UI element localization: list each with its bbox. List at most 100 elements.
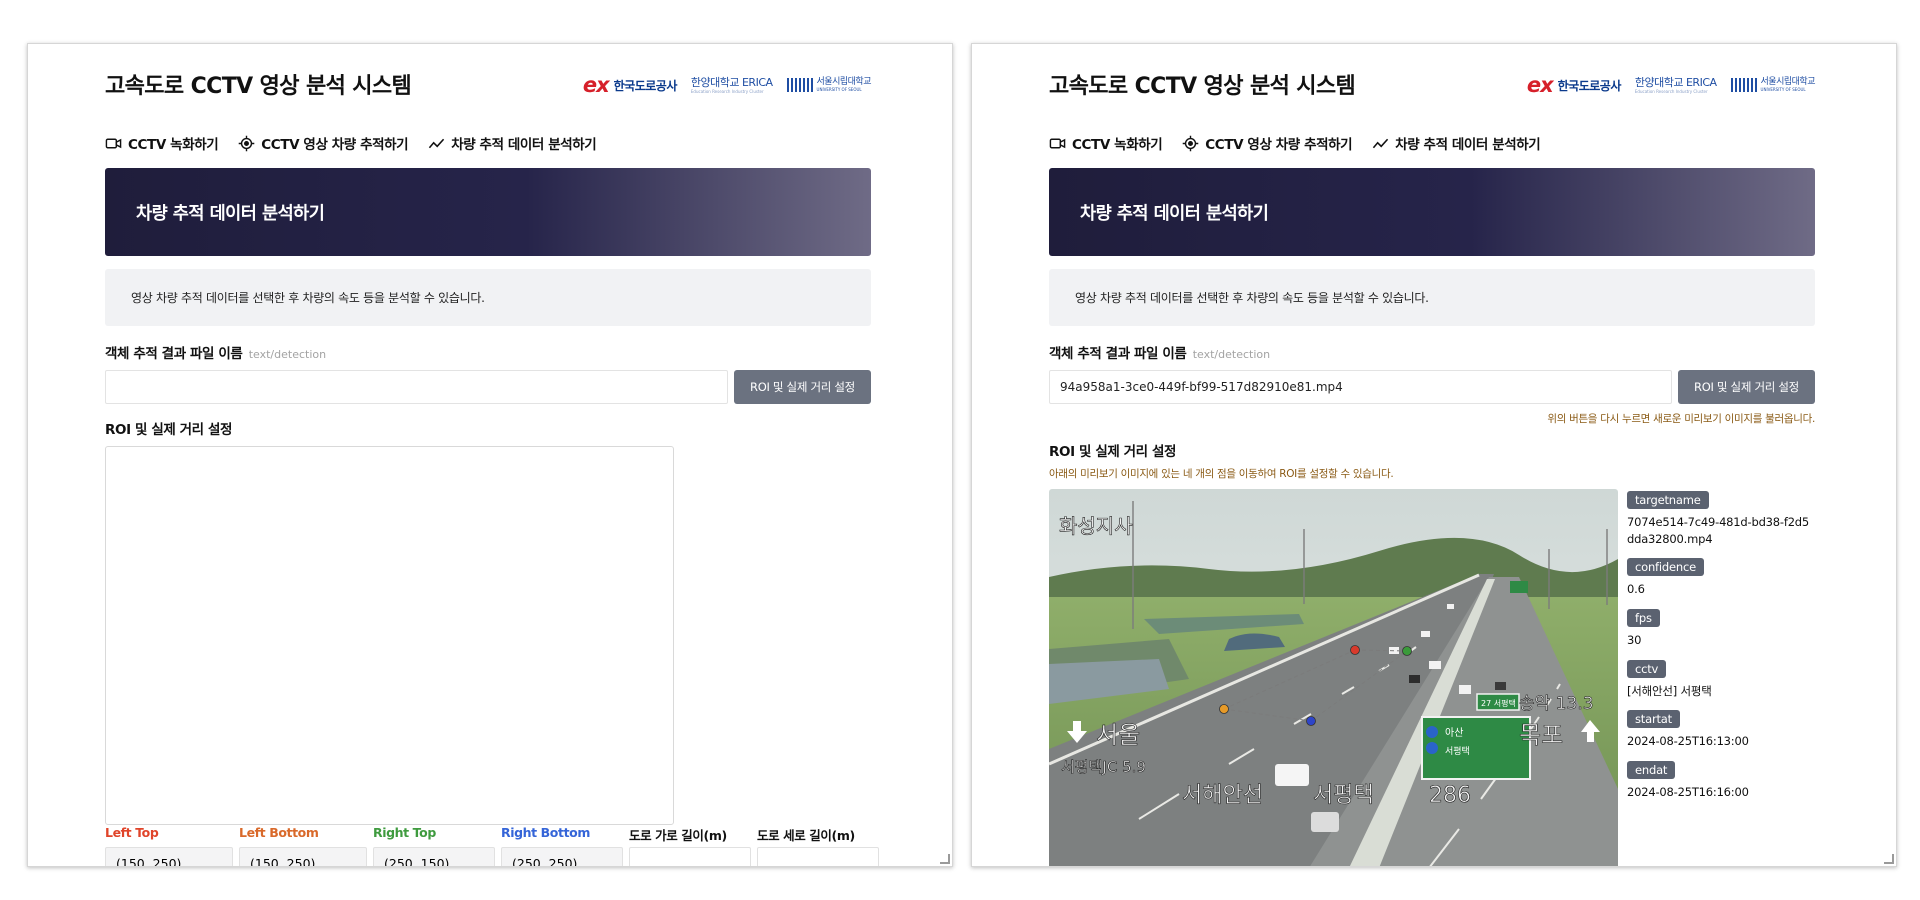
reload-note: 위의 버튼을 다시 누르면 새로운 미리보기 이미지를 불러옵니다. xyxy=(1547,413,1815,425)
section-banner: 차량 추적 데이터 분석하기 xyxy=(105,168,871,256)
meta-startat: startat 2024-08-25T16:13:00 xyxy=(1627,708,1815,750)
hanyang-logo-subtext: Education Research Industry Cluster xyxy=(1634,88,1708,94)
left-top-field: Left Top xyxy=(105,825,233,866)
road-length-input[interactable] xyxy=(757,847,879,866)
roi-point-left-top xyxy=(1350,645,1360,655)
overlay-jc: 서평택JC 5.9 xyxy=(1061,758,1146,776)
nav-cctv-record[interactable]: CCTV 녹화하기 xyxy=(105,133,219,153)
meta-value: 2024-08-25T16:16:00 xyxy=(1627,785,1749,800)
meta-value: [서해안선] 서평택 xyxy=(1627,683,1712,698)
ex-logo-mark: ex xyxy=(582,72,610,97)
meta-value: 2024-08-25T16:13:00 xyxy=(1627,734,1749,749)
nav-cctv-record[interactable]: CCTV 녹화하기 xyxy=(1049,133,1163,153)
ex-logo-mark: ex xyxy=(1526,72,1554,97)
left-top-label: Left Top xyxy=(105,825,159,840)
file-name-label-text: 객체 추적 결과 파일 이름 xyxy=(1049,346,1187,362)
file-row: ROI 및 실제 거리 설정 xyxy=(1049,370,1815,404)
roi-point-right-top xyxy=(1402,646,1412,656)
road-length-field: 도로 세로 길이(m) xyxy=(757,825,879,866)
right-top-field: Right Top xyxy=(373,825,495,866)
trend-line-icon xyxy=(1373,138,1389,148)
meta-endat: endat 2024-08-25T16:16:00 xyxy=(1627,759,1815,801)
browser-window-right: 고속도로 CCTV 영상 분석 시스템 ex 한국도로공사 한양대학교 ERIC… xyxy=(971,43,1897,867)
overlay-station: 화성지사 xyxy=(1059,514,1133,538)
overlay-road-name: 서해안선 xyxy=(1182,783,1263,808)
file-row: ROI 및 실제 거리 설정 xyxy=(105,370,871,404)
right-bottom-field: Right Bottom xyxy=(501,825,623,866)
roi-section-label: ROI 및 실제 거리 설정 xyxy=(105,422,233,438)
nav-tracking-analysis[interactable]: 차량 추적 데이터 분석하기 xyxy=(1372,133,1541,153)
nav-cctv-tracking[interactable]: CCTV 영상 차량 추적하기 xyxy=(238,133,409,153)
sign-top-text: 27 서평택 xyxy=(1481,698,1516,708)
info-text: 영상 차량 추적 데이터를 선택한 후 차량의 속도 등을 분석할 수 있습니다… xyxy=(131,291,485,305)
hanyang-logo-text: 한양대학교 ERICA xyxy=(690,75,773,89)
main-nav: CCTV 녹화하기 CCTV 영상 차량 추적하기 차량 추적 데이터 분석하기 xyxy=(105,128,871,158)
banner-title: 차량 추적 데이터 분석하기 xyxy=(1080,203,1269,224)
meta-confidence: confidence 0.6 xyxy=(1627,556,1815,598)
meta-key: endat xyxy=(1627,761,1676,780)
right-top-input[interactable] xyxy=(373,847,495,866)
info-box: 영상 차량 추적 데이터를 선택한 후 차량의 속도 등을 분석할 수 있습니다… xyxy=(1049,269,1815,326)
page-title: 고속도로 CCTV 영상 분석 시스템 xyxy=(1049,74,1356,99)
roi-setup-button[interactable]: ROI 및 실제 거리 설정 xyxy=(734,370,871,404)
uos-logo-mark xyxy=(786,78,813,92)
preview-area: 화성지사 서울 목포 서평택JC 5.9 서해안선 서평택 286 송악 13.… xyxy=(1049,489,1815,866)
nav-cctv-tracking[interactable]: CCTV 영상 차량 추적하기 xyxy=(1182,133,1353,153)
trend-line-icon xyxy=(429,138,445,148)
banner-title: 차량 추적 데이터 분석하기 xyxy=(136,203,325,224)
file-name-hint: text/detection xyxy=(248,348,327,361)
metadata-panel: targetname 7074e514-7c49-481d-bd38-f2d5d… xyxy=(1627,489,1815,810)
cctv-preview-image[interactable]: 화성지사 서울 목포 서평택JC 5.9 서해안선 서평택 286 송악 13.… xyxy=(1049,489,1618,866)
meta-key: targetname xyxy=(1627,491,1709,509)
file-name-input[interactable] xyxy=(1049,370,1672,404)
overlay-km: 286 xyxy=(1429,783,1471,808)
file-name-hint: text/detection xyxy=(1192,348,1271,361)
roi-point-right-bottom xyxy=(1306,716,1316,726)
video-camera-icon xyxy=(1049,138,1066,148)
overlay-town: 서평택 xyxy=(1313,783,1374,808)
roi-section-label: ROI 및 실제 거리 설정 xyxy=(1049,444,1177,460)
uos-logo-mark xyxy=(1730,78,1757,92)
page-title: 고속도로 CCTV 영상 분석 시스템 xyxy=(105,74,412,99)
file-name-label: 객체 추적 결과 파일 이름 text/detection xyxy=(105,342,871,362)
coordinate-row: Left Top Left Bottom Right Top Right Bot… xyxy=(105,825,879,866)
overlay-right-sign: 송악 13.3 xyxy=(1519,694,1594,714)
resize-grip-icon[interactable] xyxy=(1884,854,1894,864)
nav-label: CCTV 영상 차량 추적하기 xyxy=(1205,137,1353,153)
meta-targetname: targetname 7074e514-7c49-481d-bd38-f2d5d… xyxy=(1627,489,1815,547)
nav-label: CCTV 영상 차량 추적하기 xyxy=(261,137,409,153)
overlay-mokpo: 목포 xyxy=(1519,721,1563,749)
hanyang-erica-logo: 한양대학교 ERICA Education Research Industry … xyxy=(1635,77,1717,94)
meta-key: confidence xyxy=(1627,558,1704,577)
nav-label: CCTV 녹화하기 xyxy=(1072,137,1163,153)
left-bottom-input[interactable] xyxy=(239,847,367,866)
logo-group: ex 한국도로공사 한양대학교 ERICA Education Research… xyxy=(582,72,872,97)
roi-note: 아래의 미리보기 이미지에 있는 네 개의 점을 이동하여 ROI를 설정할 수… xyxy=(1049,468,1394,480)
overlay-seoul: 서울 xyxy=(1096,721,1140,749)
target-icon xyxy=(1182,135,1199,151)
nav-tracking-analysis[interactable]: 차량 추적 데이터 분석하기 xyxy=(428,133,597,153)
section-banner: 차량 추적 데이터 분석하기 xyxy=(1049,168,1815,256)
meta-key: startat xyxy=(1627,710,1680,729)
roi-point-left-bottom xyxy=(1219,704,1229,714)
ex-logo-text: 한국도로공사 xyxy=(1557,78,1622,93)
korea-expressway-logo: ex 한국도로공사 xyxy=(1526,72,1622,97)
hanyang-erica-logo: 한양대학교 ERICA Education Research Industry … xyxy=(691,77,773,94)
road-width-input[interactable] xyxy=(629,847,751,866)
meta-value: 0.6 xyxy=(1627,582,1645,597)
file-name-label-text: 객체 추적 결과 파일 이름 xyxy=(105,346,243,362)
left-bottom-field: Left Bottom xyxy=(239,825,367,866)
left-top-input[interactable] xyxy=(105,847,233,866)
left-bottom-label: Left Bottom xyxy=(239,825,319,840)
cctv-frame: 화성지사 서울 목포 서평택JC 5.9 서해안선 서평택 286 송악 13.… xyxy=(1049,489,1618,866)
info-box: 영상 차량 추적 데이터를 선택한 후 차량의 속도 등을 분석할 수 있습니다… xyxy=(105,269,871,326)
nav-label: 차량 추적 데이터 분석하기 xyxy=(1395,137,1541,153)
meta-value: 30 xyxy=(1627,633,1642,648)
info-text: 영상 차량 추적 데이터를 선택한 후 차량의 속도 등을 분석할 수 있습니다… xyxy=(1075,291,1429,305)
right-bottom-input[interactable] xyxy=(501,847,623,866)
roi-setup-button[interactable]: ROI 및 실제 거리 설정 xyxy=(1678,370,1815,404)
resize-grip-icon[interactable] xyxy=(940,854,950,864)
uos-logo: 서울시립대학교 UNIVERSITY OF SEOUL xyxy=(786,77,872,92)
korea-expressway-logo: ex 한국도로공사 xyxy=(582,72,678,97)
file-name-input[interactable] xyxy=(105,370,728,404)
